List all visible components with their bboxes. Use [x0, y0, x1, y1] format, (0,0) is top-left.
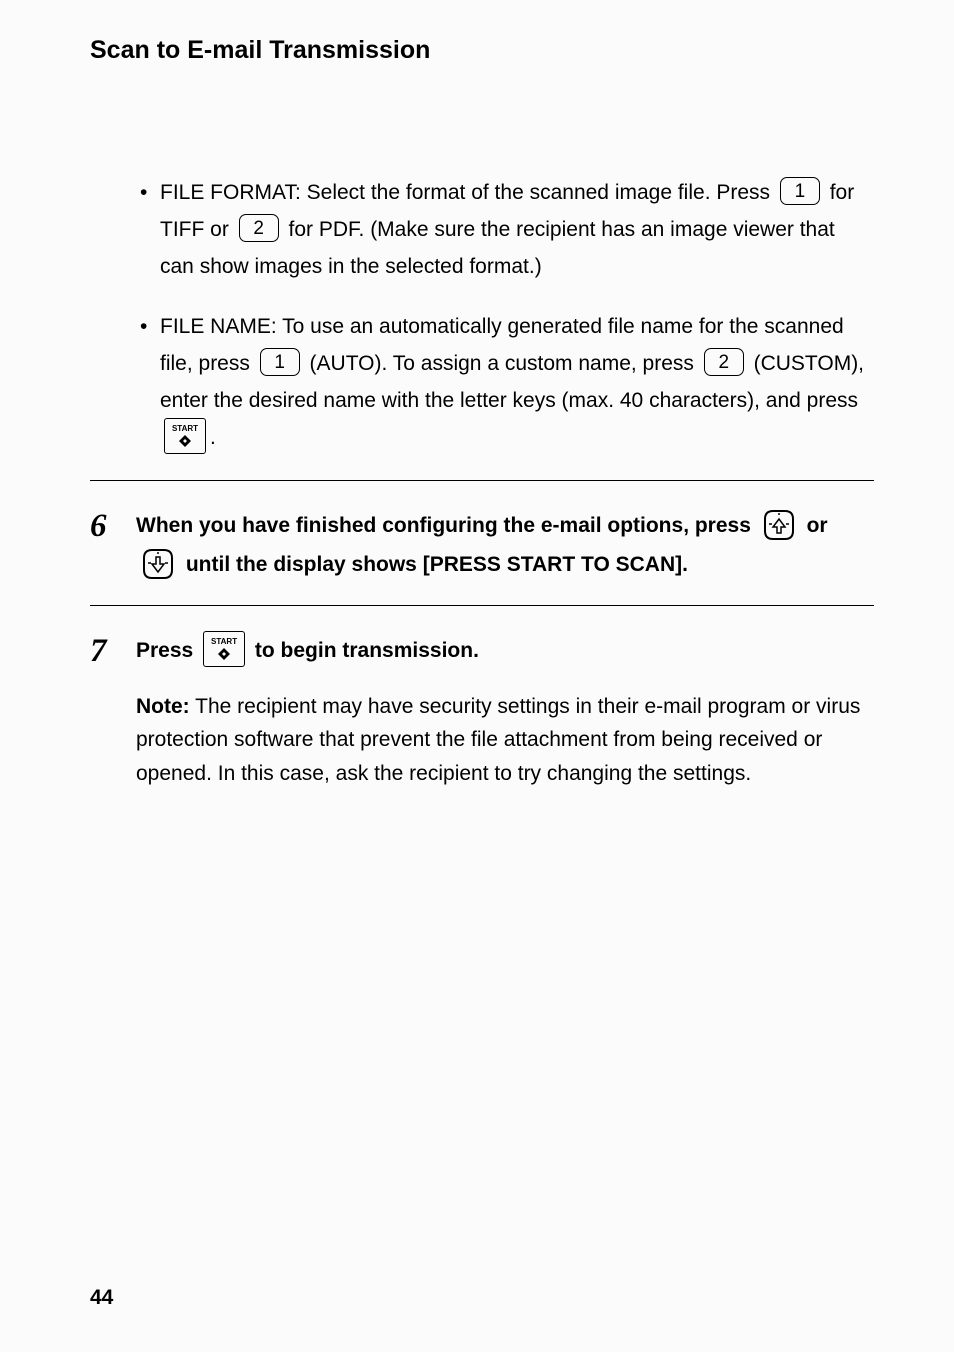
- bullet-dot-icon: •: [140, 309, 160, 346]
- diamond-icon: [179, 435, 191, 447]
- step-7-text1: Press: [136, 639, 199, 662]
- step-6-text1: When you have finished configuring the e…: [136, 514, 757, 537]
- file-name-text2: (AUTO). To assign a custom name, press: [304, 352, 700, 375]
- key-1-button[interactable]: 1: [260, 348, 300, 376]
- bullet-file-format: • FILE FORMAT: Select the format of the …: [140, 175, 874, 285]
- bullet-file-name-text: FILE NAME: To use an automatically gener…: [160, 309, 874, 456]
- bullet-dot-icon: •: [140, 175, 160, 212]
- arrow-down-button[interactable]: [140, 546, 176, 582]
- note-label: Note:: [136, 695, 190, 718]
- divider: [90, 480, 874, 481]
- arrow-up-button[interactable]: [761, 507, 797, 543]
- start-button[interactable]: START: [203, 631, 245, 667]
- bullet-file-name: • FILE NAME: To use an automatically gen…: [140, 309, 874, 456]
- start-button-label: START: [172, 425, 198, 433]
- arrow-down-icon: [140, 546, 176, 582]
- step-6-text3: until the display shows [PRESS START TO …: [180, 553, 688, 576]
- key-2-button[interactable]: 2: [704, 348, 744, 376]
- bullet-file-format-text: FILE FORMAT: Select the format of the sc…: [160, 175, 874, 285]
- note-text: The recipient may have security settings…: [136, 695, 860, 785]
- step-6-number: 6: [90, 507, 136, 547]
- arrow-up-icon: [761, 507, 797, 543]
- diamond-icon: [218, 648, 230, 660]
- step-6-body: When you have finished configuring the e…: [136, 507, 874, 585]
- divider: [90, 605, 874, 606]
- key-2-button[interactable]: 2: [239, 214, 279, 242]
- step-7-body: Press START to begin transmission.: [136, 632, 874, 671]
- note-block: Note: The recipient may have security se…: [136, 690, 874, 791]
- step-7: 7 Press START to begin transmission.: [90, 632, 874, 672]
- start-button[interactable]: START: [164, 418, 206, 454]
- file-format-text1: Select the format of the scanned image f…: [301, 181, 776, 204]
- file-format-label: FILE FORMAT:: [160, 181, 301, 204]
- start-button-label: START: [211, 638, 237, 646]
- step-6-text2: or: [801, 514, 828, 537]
- file-name-label: FILE NAME:: [160, 315, 277, 338]
- step-7-number: 7: [90, 632, 136, 672]
- step-7-text2: to begin transmission.: [249, 639, 479, 662]
- file-name-text4: .: [210, 426, 216, 449]
- page-title: Scan to E-mail Transmission: [90, 36, 874, 65]
- page-number: 44: [90, 1286, 113, 1310]
- step-6: 6 When you have finished configuring the…: [90, 507, 874, 585]
- key-1-button[interactable]: 1: [780, 177, 820, 205]
